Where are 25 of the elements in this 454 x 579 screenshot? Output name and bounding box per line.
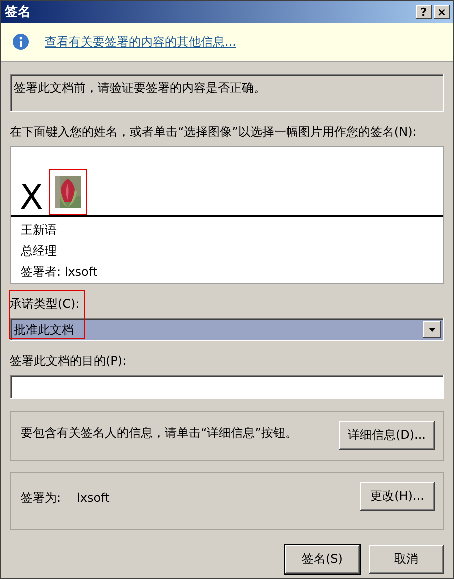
details-text: 要包含有关签名人的信息，请单击“详细信息”按钮。 xyxy=(21,425,298,442)
info-link[interactable]: 查看有关要签署的内容的其他信息... xyxy=(45,34,236,50)
signer-line: 签署者: lxsoft xyxy=(21,264,99,281)
signature-label: 在下面键入您的姓名，或者单击“选择图像”以选择一幅图片用作您的签名(N): xyxy=(10,124,418,141)
signature-mark: X xyxy=(20,179,44,215)
details-button[interactable]: 详细信息(D)... xyxy=(338,421,435,450)
sign-button[interactable]: 签名(S) xyxy=(285,545,360,574)
window-title: 签名 xyxy=(5,4,32,21)
signer-line: 王新语 xyxy=(21,222,58,239)
caret-icon xyxy=(428,328,436,332)
purpose-label: 签署此文档的目的(P): xyxy=(10,353,128,370)
help-button[interactable]: ? xyxy=(416,5,432,19)
signer-value: lxsoft xyxy=(77,491,110,505)
info-icon xyxy=(13,34,29,50)
commitment-label: 承诺类型(C): xyxy=(10,296,81,313)
purpose-field[interactable] xyxy=(10,375,444,399)
signer-line: 总经理 xyxy=(21,243,58,260)
close-button[interactable]: × xyxy=(434,5,450,19)
change-button[interactable]: 更改(H)... xyxy=(360,482,435,511)
signer-label: 签署为: xyxy=(21,491,62,505)
notice-box: 签署此文档前，请验证要签署的内容是否正确。 xyxy=(10,74,444,112)
commitment-dropdown[interactable]: 批准此文档 xyxy=(10,318,444,341)
cancel-button[interactable]: 取消 xyxy=(369,545,444,574)
dropdown-button[interactable] xyxy=(423,321,441,338)
signature-area[interactable]: X 王新语 总经理 签署者: lxsoft xyxy=(10,146,444,284)
